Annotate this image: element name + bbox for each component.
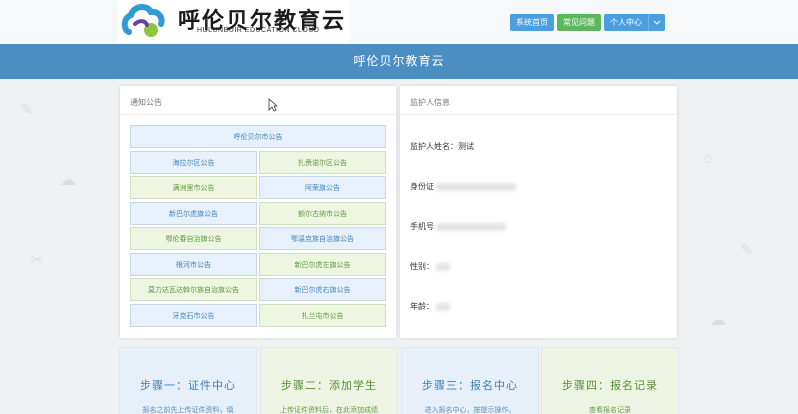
guardian-phone-row: 手机号 bbox=[410, 221, 506, 232]
notice-top-button[interactable]: 呼伦贝尔市公告 bbox=[130, 125, 386, 148]
background-doodle-icon: ✎ bbox=[740, 242, 754, 259]
notice-button[interactable]: 扎兰屯市公告 bbox=[259, 304, 386, 327]
step-description: 报名之前先上传证件资料，填 bbox=[142, 407, 234, 414]
background-doodle-icon: ☁ bbox=[710, 312, 726, 329]
guardian-age-row: 年龄： bbox=[410, 301, 450, 312]
background-doodle-icon: ☼ bbox=[700, 150, 715, 167]
background-doodle-icon: ✎ bbox=[20, 102, 34, 119]
redacted-age-value bbox=[436, 302, 450, 311]
redacted-id-value bbox=[436, 182, 516, 191]
step-registration-center[interactable]: 步骤三：报名中心 进入报名中心，按提示操作。 bbox=[401, 347, 539, 414]
step-registration-records[interactable]: 步骤四：报名记录 查看报名记录 bbox=[541, 347, 679, 414]
guardian-id-row: 身份证 bbox=[410, 181, 516, 192]
guardian-phone-label: 手机号 bbox=[410, 222, 434, 231]
guardian-name-value: 测试 bbox=[458, 142, 474, 151]
notice-button[interactable]: 扎赉诺尔区公告 bbox=[259, 151, 386, 174]
background-doodle-icon: ☁ bbox=[60, 172, 76, 189]
step-description: 查看报名记录 bbox=[589, 407, 631, 414]
notice-button[interactable]: 根河市公告 bbox=[130, 253, 257, 276]
step-description: 进入报名中心，按提示操作。 bbox=[424, 407, 516, 414]
step-title: 步骤四：报名记录 bbox=[562, 380, 658, 392]
guardian-age-label: 年龄： bbox=[410, 302, 434, 311]
notice-button[interactable]: 鄂温克族自治旗公告 bbox=[259, 227, 386, 250]
notice-button[interactable]: 阿荣旗公告 bbox=[259, 176, 386, 199]
step-certificate-center[interactable]: 步骤一：证件中心 报名之前先上传证件资料，填 bbox=[119, 347, 257, 414]
mouse-cursor-icon bbox=[268, 98, 278, 112]
logo[interactable]: 呼伦贝尔教育云 HULUNBUIR EDUCATION CLOUD bbox=[118, 0, 350, 43]
redacted-phone-value bbox=[436, 222, 506, 231]
notice-button[interactable]: 新巴尔虎左旗公告 bbox=[259, 253, 386, 276]
guardian-name-row: 监护人姓名：测试 bbox=[410, 141, 474, 152]
divider bbox=[120, 114, 396, 115]
divider bbox=[400, 114, 677, 115]
guardian-panel-title: 监护人信息 bbox=[410, 98, 450, 107]
guardian-info-panel: 监护人信息 监护人姓名：测试 身份证 手机号 性别： 年龄： bbox=[400, 86, 677, 338]
notice-panel: 通知公告 呼伦贝尔市公告 海拉尔区公告 扎赉诺尔区公告 满洲里市公告 阿荣旗公告… bbox=[120, 86, 396, 338]
notice-button[interactable]: 海拉尔区公告 bbox=[130, 151, 257, 174]
notice-panel-title: 通知公告 bbox=[130, 98, 162, 107]
system-home-button[interactable]: 系统首页 bbox=[510, 14, 554, 31]
notice-button[interactable]: 新巴尔虎旗公告 bbox=[130, 202, 257, 225]
logo-subtitle: HULUNBUIR EDUCATION CLOUD bbox=[197, 27, 320, 34]
step-title: 步骤一：证件中心 bbox=[140, 380, 236, 392]
notice-button[interactable]: 新巴尔虎右旗公告 bbox=[259, 278, 386, 301]
notice-button[interactable]: 牙克石市公告 bbox=[130, 304, 257, 327]
cloud-logo-icon bbox=[121, 4, 165, 37]
notice-button[interactable]: 莫力达瓦达斡尔族自治旗公告 bbox=[130, 278, 257, 301]
faq-button[interactable]: 常见问题 bbox=[557, 14, 601, 31]
step-title: 步骤二：添加学生 bbox=[281, 380, 377, 392]
step-description: 上传证件资料后，在此添加成绩 bbox=[280, 407, 378, 414]
step-add-student[interactable]: 步骤二：添加学生 上传证件资料后，在此添加成绩 bbox=[260, 347, 398, 414]
step-title: 步骤三：报名中心 bbox=[422, 380, 518, 392]
guardian-id-label: 身份证 bbox=[410, 182, 434, 191]
guardian-gender-row: 性别： bbox=[410, 261, 450, 272]
top-bar: 呼伦贝尔教育云 HULUNBUIR EDUCATION CLOUD 系统首页 常… bbox=[0, 0, 798, 44]
page-banner: 呼伦贝尔教育云 bbox=[0, 44, 798, 79]
banner-title: 呼伦贝尔教育云 bbox=[353, 54, 445, 68]
user-center-button[interactable]: 个人中心 bbox=[604, 14, 648, 31]
user-center-dropdown-toggle[interactable] bbox=[648, 14, 665, 31]
notice-button[interactable]: 满洲里市公告 bbox=[130, 176, 257, 199]
background-doodle-icon: ✂ bbox=[30, 252, 44, 269]
chevron-down-icon bbox=[653, 20, 661, 25]
redacted-gender-value bbox=[436, 262, 450, 271]
notice-button[interactable]: 额尔古纳市公告 bbox=[259, 202, 386, 225]
guardian-name-label: 监护人姓名： bbox=[410, 142, 458, 151]
notice-button[interactable]: 鄂伦春自治旗公告 bbox=[130, 227, 257, 250]
guardian-gender-label: 性别： bbox=[410, 262, 434, 271]
